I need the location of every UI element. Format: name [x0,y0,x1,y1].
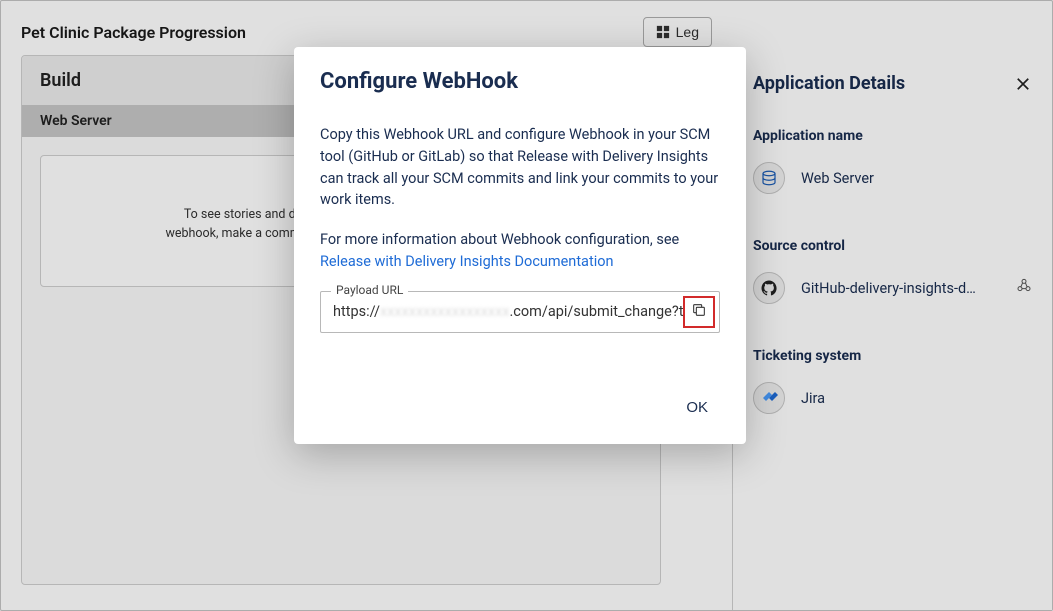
legend-label: Leg [676,24,699,40]
github-icon [753,272,785,304]
panel-title: Application Details [753,73,905,94]
payload-url-label: Payload URL [331,283,408,297]
app-name-row: Web Server [753,162,1032,194]
legend-button[interactable]: Leg [643,17,712,47]
page-title: Pet Clinic Package Progression [21,23,246,42]
source-control-row: GitHub-delivery-insights-d… [753,272,1032,304]
payload-url-input[interactable]: https://xxxxxxxxxxxxxxxxxx.com/api/submi… [321,292,683,332]
ok-button[interactable]: OK [674,393,720,422]
source-control-value: GitHub-delivery-insights-d… [801,280,976,297]
close-icon[interactable] [1014,75,1032,93]
data-icon [753,162,785,194]
grid-icon [656,25,670,39]
application-details-panel: Application Details Application name Web… [732,55,1052,610]
panel-title-row: Application Details [753,73,1032,94]
copy-button[interactable] [683,296,715,328]
app-name-value: Web Server [801,170,874,187]
app-name-label: Application name [753,128,1032,144]
modal-para2-prefix: For more information about Webhook confi… [320,231,679,248]
webhook-icon[interactable] [1016,278,1032,298]
ticketing-row: Jira [753,382,1032,414]
modal-paragraph-1: Copy this Webhook URL and configure Webh… [320,124,720,211]
payload-url-field: Payload URL https://xxxxxxxxxxxxxxxxxx.c… [320,291,720,333]
source-control-label: Source control [753,238,1032,254]
section-source-control: Source control GitHub-delivery-insights-… [753,238,1032,304]
copy-icon [691,302,707,322]
documentation-link[interactable]: Release with Delivery Insights Documenta… [320,253,614,270]
payload-prefix: https:// [333,303,380,320]
section-application-name: Application name Web Server [753,128,1032,194]
modal-title: Configure WebHook [320,69,720,94]
modal-paragraph-2: For more information about Webhook confi… [320,229,720,273]
jira-icon [753,382,785,414]
modal-footer: OK [320,393,720,422]
section-ticketing: Ticketing system Jira [753,348,1032,414]
ticketing-label: Ticketing system [753,348,1032,364]
payload-blurred: xxxxxxxxxxxxxxxxxx [380,303,509,320]
payload-suffix: .com/api/submit_change?t [509,303,683,320]
configure-webhook-modal: Configure WebHook Copy this Webhook URL … [294,47,746,444]
ticketing-value: Jira [801,390,825,407]
